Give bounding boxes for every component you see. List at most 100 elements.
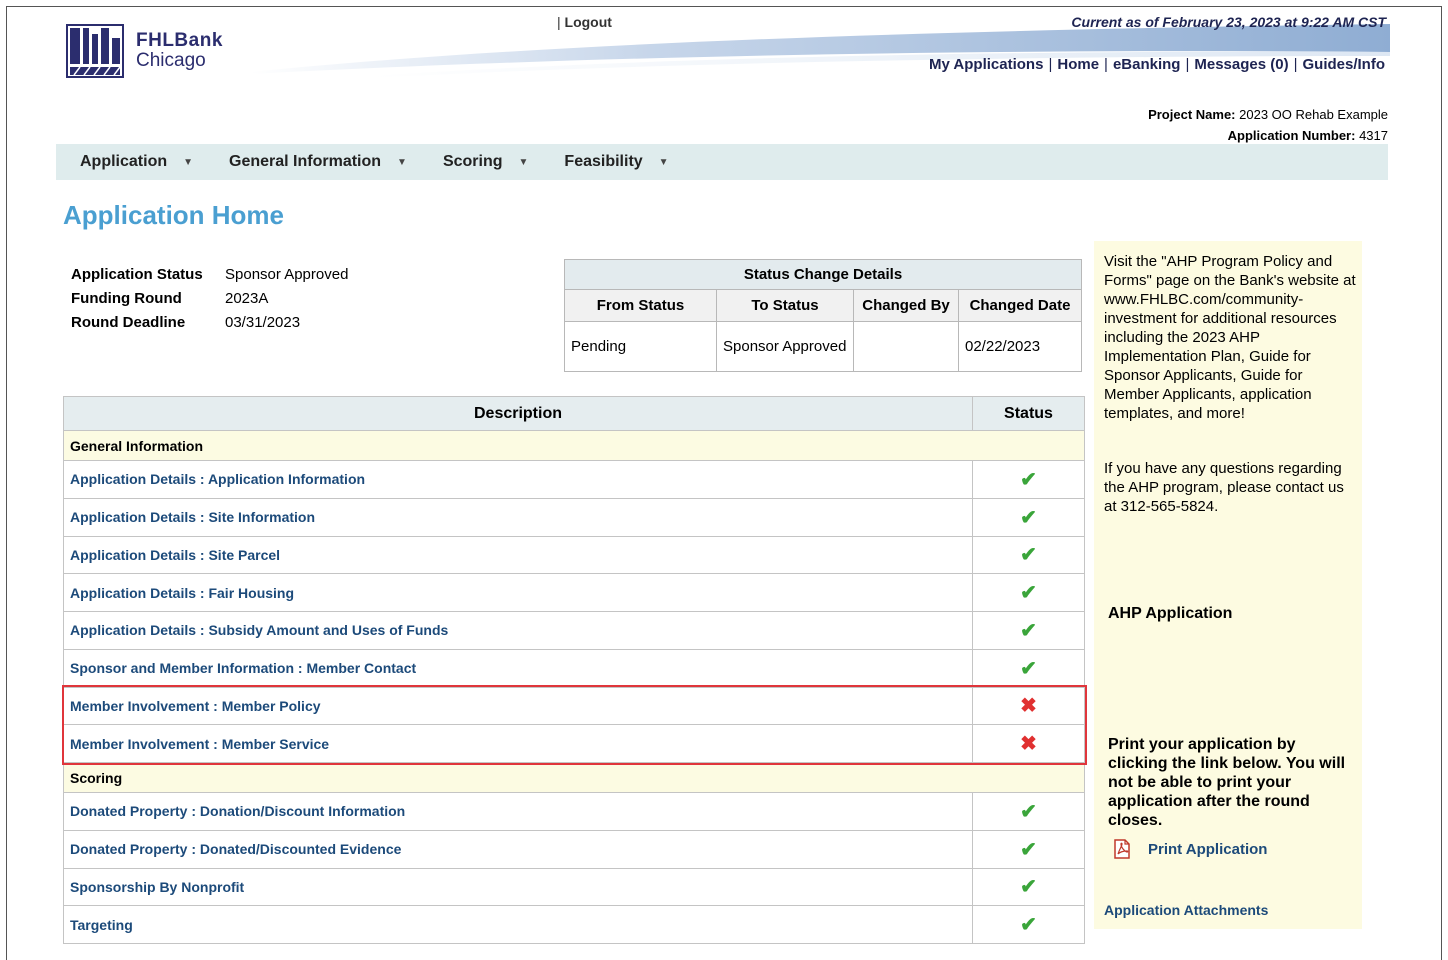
row-link-donated-property-donated-discounted-evidence[interactable]: Donated Property : Donated/Discounted Ev… [63, 829, 973, 869]
from-status-cell: Pending [564, 321, 717, 372]
nav-my-applications[interactable]: My Applications [929, 56, 1043, 73]
col-status: Status [972, 396, 1085, 431]
col-description: Description [63, 396, 973, 431]
table-row: Member Involvement : Member Service ✖ [63, 724, 1085, 763]
row-link-application-details-application-information[interactable]: Application Details : Application Inform… [63, 460, 973, 499]
menu-general-information[interactable]: General Information ▼ [229, 153, 407, 171]
table-row: Donated Property : Donation/Discount Inf… [63, 792, 1085, 831]
checkmark-icon: ✔ [1020, 838, 1037, 861]
row-link-application-details-site-parcel[interactable]: Application Details : Site Parcel [63, 535, 973, 575]
application-number-label: Application Number: [1227, 128, 1356, 143]
sidebar: Visit the "AHP Program Policy and Forms"… [1094, 241, 1362, 929]
logout-separator: | [557, 14, 561, 30]
nav-separator: | [1293, 56, 1298, 73]
checkmark-icon: ✔ [1020, 914, 1037, 937]
logo-line-2: Chicago [136, 50, 206, 71]
status-cell: ✖ [972, 724, 1085, 763]
logout-area: | Logout [557, 14, 612, 30]
nav-separator: | [1185, 56, 1190, 73]
col-changed-date: Changed Date [958, 289, 1082, 322]
chevron-down-icon: ▼ [518, 156, 529, 168]
checkmark-icon: ✔ [1020, 544, 1037, 567]
col-to-status: To Status [716, 289, 854, 322]
chevron-down-icon: ▼ [183, 156, 194, 168]
row-link-sponsorship-by-nonprofit[interactable]: Sponsorship By Nonprofit [63, 867, 973, 907]
application-summary: Application Status Sponsor Approved Fund… [71, 262, 348, 334]
chevron-down-icon: ▼ [397, 156, 407, 168]
funding-round-label: Funding Round [71, 289, 182, 307]
fhlbank-logo[interactable]: FHLBank Chicago [66, 24, 223, 78]
table-row: Application Details : Subsidy Amount and… [63, 611, 1085, 650]
project-name-label: Project Name: [1148, 107, 1236, 122]
checkmark-icon: ✔ [1020, 800, 1037, 823]
status-cell: ✔ [972, 460, 1085, 499]
status-cell: ✔ [972, 535, 1085, 575]
menu-label: Scoring [442, 153, 503, 170]
checkmark-icon: ✔ [1020, 468, 1037, 491]
status-cell: ✔ [972, 648, 1085, 688]
row-link-application-details-subsidy-amount-and-uses-of-funds[interactable]: Application Details : Subsidy Amount and… [63, 611, 973, 650]
project-info: Project Name: 2023 OO Rehab Example Appl… [1148, 104, 1388, 146]
x-mark-icon: ✖ [1020, 733, 1037, 756]
status-cell: ✔ [972, 611, 1085, 650]
row-link-application-details-fair-housing[interactable]: Application Details : Fair Housing [63, 573, 973, 612]
funding-round-value: 2023A [225, 289, 269, 307]
row-link-sponsor-and-member-information-member-contact[interactable]: Sponsor and Member Information : Member … [63, 648, 973, 688]
table-row: Sponsorship By Nonprofit ✔ [63, 867, 1085, 907]
project-name-value: 2023 OO Rehab Example [1239, 107, 1388, 122]
x-mark-icon: ✖ [1020, 695, 1037, 718]
menu-application[interactable]: Application ▼ [80, 153, 193, 171]
status-cell: ✖ [972, 686, 1085, 726]
round-deadline-label: Round Deadline [71, 313, 186, 331]
checkmark-icon: ✔ [1020, 876, 1037, 899]
application-attachments-link[interactable]: Application Attachments [1104, 902, 1268, 918]
menu-scoring[interactable]: Scoring ▼ [443, 153, 528, 171]
changed-date-cell: 02/22/2023 [958, 321, 1082, 372]
application-sections-table: Description Status General Information A… [63, 396, 1085, 944]
nav-home[interactable]: Home [1057, 56, 1099, 73]
sidebar-heading: AHP Application [1108, 605, 1233, 622]
print-application-label: Print Application [1148, 840, 1268, 858]
table-row: Application Details : Site Information ✔ [63, 497, 1085, 537]
table-row: Pending Sponsor Approved 02/22/2023 [564, 321, 1082, 372]
logo-mark-icon [66, 24, 124, 78]
checkmark-icon: ✔ [1020, 619, 1037, 642]
application-status-label: Application Status [71, 265, 203, 283]
status-cell: ✔ [972, 573, 1085, 612]
row-link-targeting[interactable]: Targeting [63, 905, 973, 944]
nav-messages[interactable]: Messages (0) [1194, 56, 1288, 73]
print-note: Print your application by clicking the l… [1108, 736, 1346, 829]
nav-ebanking[interactable]: eBanking [1113, 56, 1181, 73]
table-row: Donated Property : Donated/Discounted Ev… [63, 829, 1085, 869]
table-row: Sponsor and Member Information : Member … [63, 648, 1085, 688]
row-link-application-details-site-information[interactable]: Application Details : Site Information [63, 497, 973, 537]
status-cell: ✔ [972, 867, 1085, 907]
menu-label: General Information [229, 153, 382, 170]
col-from-status: From Status [564, 289, 717, 322]
table-row: Targeting ✔ [63, 905, 1085, 944]
section-scoring: Scoring [63, 762, 1085, 793]
table-row: Application Details : Application Inform… [63, 460, 1085, 499]
current-as-of: Current as of February 23, 2023 at 9:22 … [1071, 14, 1386, 30]
menu-label: Feasibility [564, 153, 643, 170]
status-cell: ✔ [972, 905, 1085, 944]
pdf-icon [1114, 839, 1130, 859]
menu-label: Application [80, 153, 168, 170]
nav-guides-info[interactable]: Guides/Info [1303, 56, 1386, 73]
checkmark-icon: ✔ [1020, 582, 1037, 605]
menu-feasibility[interactable]: Feasibility ▼ [564, 153, 668, 171]
row-link-donated-property-donation-discount-information[interactable]: Donated Property : Donation/Discount Inf… [63, 792, 973, 831]
changed-by-cell [853, 321, 959, 372]
status-cell: ✔ [972, 829, 1085, 869]
status-cell: ✔ [972, 497, 1085, 537]
sidebar-resources-text: Visit the "AHP Program Policy and Forms"… [1104, 253, 1356, 422]
sidebar-contact-text: If you have any questions regarding the … [1104, 460, 1344, 515]
logo-line-1: FHLBank [136, 30, 223, 51]
row-link-member-involvement-member-service[interactable]: Member Involvement : Member Service [63, 724, 973, 763]
print-application-link[interactable]: Print Application [1112, 839, 1267, 859]
section-general-information: General Information [63, 430, 1085, 461]
nav-separator: | [1104, 56, 1108, 73]
logout-link[interactable]: Logout [565, 14, 612, 30]
round-deadline-value: 03/31/2023 [225, 313, 301, 331]
row-link-member-involvement-member-policy[interactable]: Member Involvement : Member Policy [63, 686, 973, 726]
